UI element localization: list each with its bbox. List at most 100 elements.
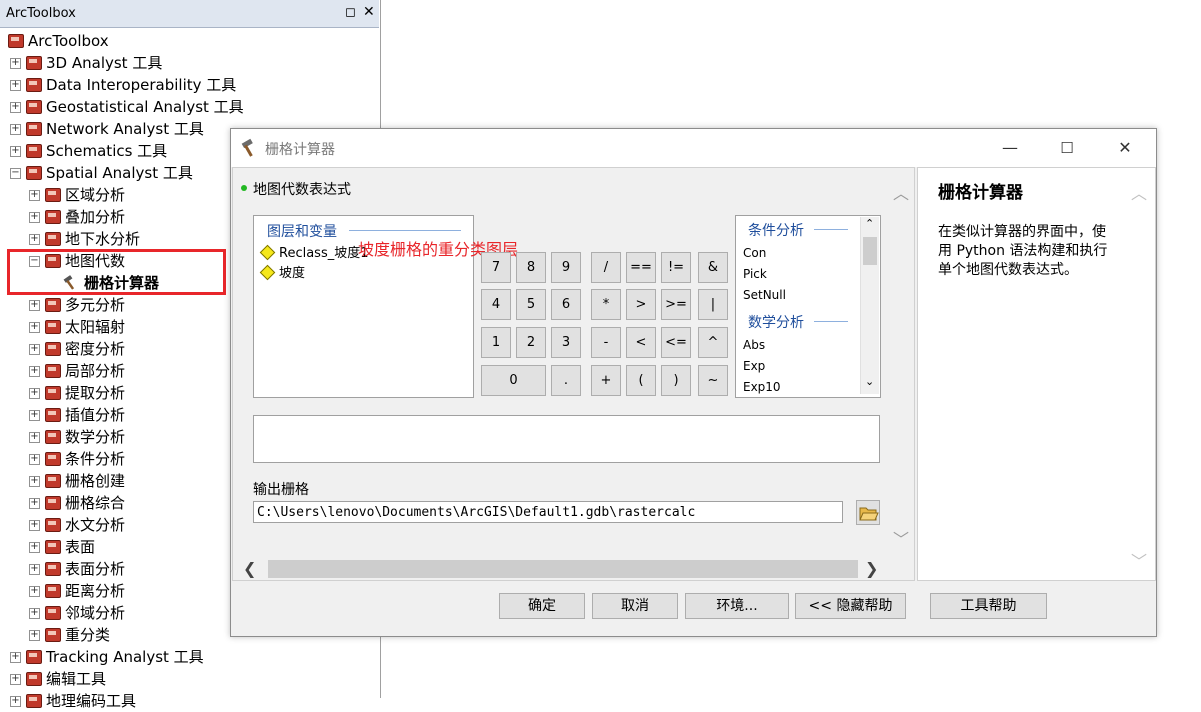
tree-label: 地理编码工具 (46, 692, 137, 710)
keypad-button[interactable]: ^ (698, 327, 728, 358)
output-raster-field[interactable]: C:\Users\lenovo\Documents\ArcGIS\Default… (253, 501, 843, 523)
tree-toolbox-item[interactable]: + Geostatistical Analyst 工具 (0, 96, 378, 118)
tree-toolbox-item[interactable]: + Tracking Analyst 工具 (0, 646, 378, 668)
scroll-up-icon[interactable]: ⌃ (865, 217, 874, 230)
keypad-button[interactable]: 5 (516, 289, 546, 320)
expand-icon[interactable]: + (29, 454, 40, 465)
dock-icon[interactable]: ◻ (345, 5, 356, 20)
expand-icon[interactable]: + (29, 608, 40, 619)
keypad-button[interactable]: + (591, 365, 621, 396)
expand-icon[interactable]: + (10, 146, 21, 157)
keypad-button[interactable]: >= (661, 289, 691, 320)
keypad-button[interactable]: | (698, 289, 728, 320)
layer-item[interactable]: Reclass_坡度1 (259, 244, 369, 263)
keypad-button[interactable]: 0 (481, 365, 546, 396)
tree-toolbox-item[interactable]: + Data Interoperability 工具 (0, 74, 378, 96)
scroll-down-icon[interactable]: ⌄ (865, 375, 874, 388)
expand-icon[interactable]: + (10, 674, 21, 685)
tool-help-button[interactable]: 工具帮助 (930, 593, 1047, 619)
hide-help-button[interactable]: << 隐藏帮助 (795, 593, 906, 619)
tree-toolbox-item[interactable]: + 编辑工具 (0, 668, 378, 690)
tree-toolbox-item[interactable]: +3D Analyst 工具 (0, 52, 378, 74)
functions-scrollbar[interactable]: ⌃ ⌄ (860, 217, 879, 394)
functions-list[interactable]: 条件分析 Con Pick SetNull 数学分析 Abs Exp Exp10… (735, 215, 881, 398)
keypad-button[interactable]: 1 (481, 327, 511, 358)
expand-icon[interactable]: + (29, 300, 40, 311)
keypad-button[interactable]: - (591, 327, 621, 358)
help-title: 栅格计算器 (938, 183, 1023, 203)
keypad-button[interactable]: & (698, 252, 728, 283)
keypad-button[interactable]: ( (626, 365, 656, 396)
keypad-button[interactable]: / (591, 252, 621, 283)
toolbox-icon (45, 298, 61, 312)
keypad-button[interactable]: 9 (551, 252, 581, 283)
expand-icon[interactable]: + (29, 366, 40, 377)
ok-button[interactable]: 确定 (499, 593, 585, 619)
function-item[interactable]: Abs (743, 338, 765, 352)
keypad-button[interactable]: 4 (481, 289, 511, 320)
keypad-button[interactable]: 7 (481, 252, 511, 283)
expand-icon[interactable]: + (29, 432, 40, 443)
expand-icon[interactable]: + (29, 322, 40, 333)
expand-icon[interactable]: + (29, 344, 40, 355)
expand-icon[interactable]: + (29, 190, 40, 201)
expand-icon[interactable]: − (10, 168, 21, 179)
expression-label: 地图代数表达式 (253, 182, 351, 198)
close-icon[interactable]: ✕ (363, 4, 375, 20)
horizontal-scrollbar[interactable]: ❮ ❯ (243, 559, 883, 578)
expand-icon[interactable]: + (29, 234, 40, 245)
function-item[interactable]: Pick (743, 267, 767, 281)
expand-icon[interactable]: + (29, 476, 40, 487)
scroll-up-icon[interactable]: ︿ (1131, 180, 1147, 204)
expression-input[interactable] (253, 415, 880, 463)
expand-icon[interactable]: + (29, 564, 40, 575)
expand-icon[interactable]: + (10, 124, 21, 135)
minimize-button[interactable]: — (996, 134, 1024, 162)
expand-icon[interactable]: + (29, 520, 40, 531)
keypad-button[interactable]: 2 (516, 327, 546, 358)
scroll-thumb[interactable] (863, 237, 877, 265)
expand-icon[interactable]: + (10, 80, 21, 91)
keypad-button[interactable]: < (626, 327, 656, 358)
tree-toolbox-item[interactable]: ArcToolbox (0, 30, 378, 52)
keypad-button[interactable]: != (661, 252, 691, 283)
close-button[interactable]: ✕ (1111, 134, 1139, 162)
scroll-left-icon[interactable]: ❮ (243, 559, 256, 578)
browse-button[interactable] (856, 500, 880, 525)
function-item[interactable]: Exp (743, 359, 765, 373)
tree-label: 3D Analyst 工具 (46, 54, 163, 72)
function-item[interactable]: Exp10 (743, 380, 781, 394)
scroll-down-icon[interactable]: ﹀ (893, 526, 909, 550)
environments-button[interactable]: 环境... (685, 593, 789, 619)
expand-icon[interactable]: + (29, 410, 40, 421)
scroll-right-icon[interactable]: ❯ (865, 559, 878, 578)
keypad-button[interactable]: 8 (516, 252, 546, 283)
function-item[interactable]: SetNull (743, 288, 786, 302)
keypad-button[interactable]: > (626, 289, 656, 320)
cancel-button[interactable]: 取消 (592, 593, 678, 619)
keypad-button[interactable]: . (551, 365, 581, 396)
expand-icon[interactable]: + (29, 498, 40, 509)
tree-toolbox-item[interactable]: + 地理编码工具 (0, 690, 378, 712)
expand-icon[interactable]: + (29, 212, 40, 223)
keypad-button[interactable]: ~ (698, 365, 728, 396)
expand-icon[interactable]: + (10, 652, 21, 663)
keypad-button[interactable]: 3 (551, 327, 581, 358)
scroll-thumb[interactable] (268, 560, 858, 578)
expand-icon[interactable]: + (29, 586, 40, 597)
function-item[interactable]: Con (743, 246, 766, 260)
expand-icon[interactable]: + (29, 388, 40, 399)
keypad-button[interactable]: == (626, 252, 656, 283)
keypad-button[interactable]: 6 (551, 289, 581, 320)
keypad-button[interactable]: <= (661, 327, 691, 358)
expand-icon[interactable]: + (29, 542, 40, 553)
expand-icon[interactable]: + (10, 102, 21, 113)
expand-icon[interactable]: + (29, 630, 40, 641)
keypad-button[interactable]: ) (661, 365, 691, 396)
scroll-down-icon[interactable]: ﹀ (1131, 548, 1147, 572)
maximize-button[interactable]: ☐ (1053, 134, 1081, 162)
layer-item[interactable]: 坡度 (259, 264, 305, 283)
scroll-up-icon[interactable]: ︿ (893, 180, 909, 204)
expand-icon[interactable]: + (10, 58, 21, 69)
keypad-button[interactable]: * (591, 289, 621, 320)
